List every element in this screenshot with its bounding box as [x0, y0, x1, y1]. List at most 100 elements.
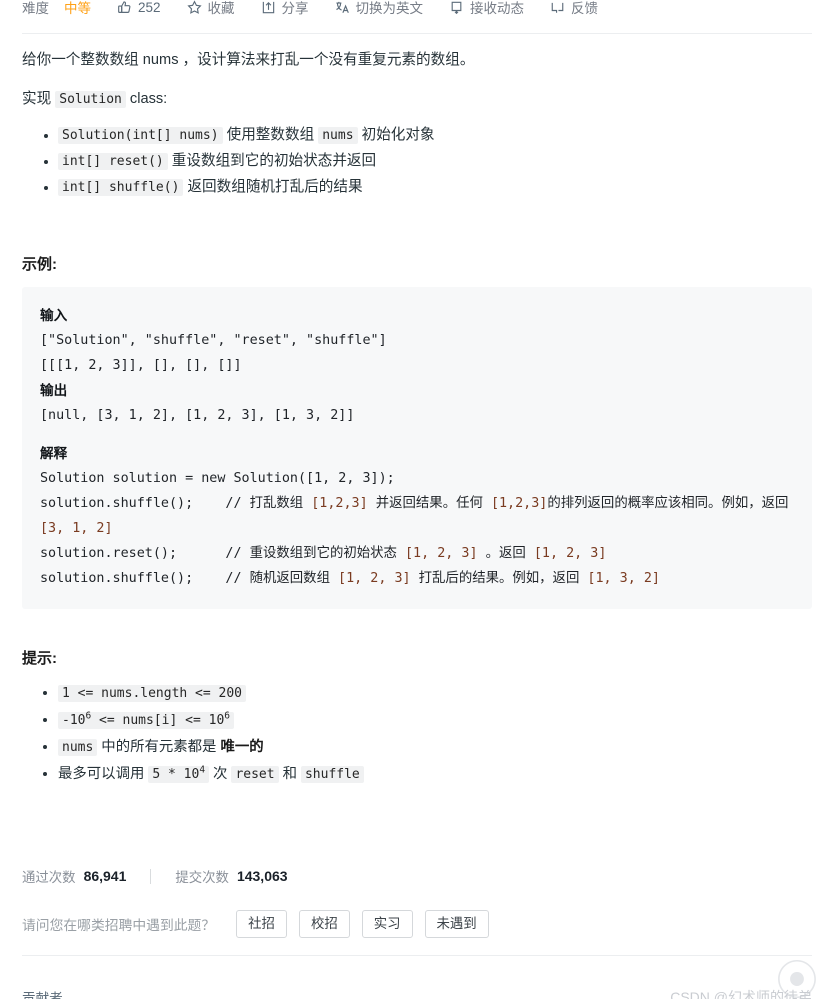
recruitment-survey: 请问您在哪类招聘中遇到此题？ 社招 校招 实习 未遇到: [22, 910, 489, 938]
favorite-label: 收藏: [207, 1, 235, 16]
difficulty-label: 难度: [22, 1, 49, 16]
feedback-icon: [550, 0, 565, 15]
hint-call-limit-code: 5 * 104: [148, 764, 210, 783]
explain-3-comment-b: 。返回: [477, 546, 534, 561]
input-line-2: [[[1, 2, 3]], [], [], []]: [40, 358, 242, 373]
hint4-exp: 4: [199, 764, 206, 776]
translate-label: 切换为英文: [355, 1, 424, 16]
example-heading: 示例:: [22, 256, 57, 273]
api-text-b: 初始化对象: [357, 127, 435, 143]
star-icon: [186, 0, 202, 15]
share-label: 分享: [281, 1, 309, 16]
problem-page: 难度 中等 252 收藏 分享 切换为英文 接收动态 反馈 给你一个整数数组 n…: [0, 0, 826, 999]
list-item: nums 中的所有元素都是 唯一的: [58, 735, 812, 760]
example-code-panel: 输入 ["Solution", "shuffle", "reset", "shuf…: [22, 287, 812, 609]
explain-3-array-1: [1, 2, 3]: [404, 546, 478, 561]
explain-2-code: solution.shuffle();: [40, 496, 194, 511]
explain-2-array-3: [3, 1, 2]: [40, 521, 113, 536]
input-line-1: ["Solution", "shuffle", "reset", "shuffl…: [40, 333, 387, 348]
survey-option-not-encountered[interactable]: 未遇到: [424, 910, 489, 938]
explain-2-array-2: [1,2,3]: [490, 496, 548, 511]
list-item: 1 <= nums.length <= 200: [58, 681, 812, 706]
explain-4-array-1: [1, 2, 3]: [338, 571, 411, 586]
api-text-a: 重设数组到它的初始状态并返回: [167, 153, 377, 169]
accepted-label: 通过次数: [22, 870, 76, 885]
feedback-label: 反馈: [571, 1, 599, 16]
subscribe-button[interactable]: 接收动态: [449, 0, 524, 17]
problem-content: 给你一个整数数组 nums ，设计算法来打乱一个没有重复元素的数组。 实现 So…: [22, 47, 812, 789]
hint-shuffle-code: shuffle: [300, 766, 364, 783]
hint4-mid: 次: [209, 766, 232, 782]
favorite-button[interactable]: 收藏: [186, 0, 235, 17]
api-signature-code: int[] reset(): [58, 153, 168, 170]
api-signature-code: int[] shuffle(): [58, 179, 184, 196]
list-item: -106 <= nums[i] <= 106: [58, 708, 812, 733]
api-bullet-list: Solution(int[] nums) 使用整数数组 nums 初始化对象 i…: [22, 123, 812, 200]
footer-divider: [22, 955, 812, 956]
example-section: 示例: 输入 ["Solution", "shuffle", "reset", "…: [22, 253, 812, 609]
survey-question: 请问您在哪类招聘中遇到此题？: [22, 918, 216, 933]
submissions-label: 提交次数: [175, 870, 229, 885]
explain-4-array-2: [1, 3, 2]: [587, 571, 660, 586]
submissions-value: 143,063: [236, 868, 288, 884]
survey-option-campus-recruit[interactable]: 校招: [298, 910, 350, 938]
share-button[interactable]: 分享: [261, 0, 309, 17]
explain-label: 解释: [40, 446, 68, 461]
api-text-a: 使用整数数组: [222, 127, 319, 143]
translate-button[interactable]: 切换为英文: [335, 0, 424, 17]
explain-4-comment-a: // 随机返回数组: [193, 571, 339, 586]
hints-list: 1 <= nums.length <= 200 -10 6 <= nums[i] …: [22, 681, 812, 787]
like-button[interactable]: 252: [117, 0, 161, 15]
api-signature-code: Solution(int[] nums): [58, 127, 223, 144]
translate-icon: [335, 0, 350, 15]
implement-suffix: class:: [125, 91, 168, 107]
like-count: 252: [138, 0, 161, 15]
hint2-exp-2: 6: [224, 710, 231, 722]
feedback-button[interactable]: 反馈: [550, 0, 598, 17]
contributor-link[interactable]: 贡献者: [22, 987, 63, 999]
explain-2-comment-b: 并返回结果。任何: [367, 496, 491, 511]
explain-line-4: solution.shuffle(); // 随机返回数组 [1, 2, 3] …: [40, 566, 794, 591]
difficulty-indicator: 难度 中等: [22, 0, 91, 17]
api-param-code: nums: [318, 127, 358, 144]
hint-constraint-2: -106 <= nums[i] <= 106: [58, 710, 235, 729]
description-paragraph-2: 实现 Solution class:: [22, 86, 812, 113]
thumbs-up-icon: [117, 0, 132, 15]
hint4-prefix: 最多可以调用: [58, 766, 149, 782]
solution-class-code: Solution: [55, 91, 126, 108]
survey-option-internship[interactable]: 实习: [361, 910, 413, 938]
explain-line-1: Solution solution = new Solution([1, 2, …: [40, 471, 395, 486]
hint2-a: -10: [62, 713, 86, 728]
share-icon: [261, 0, 276, 15]
hints-section: 提示: 1 <= nums.length <= 200 -10 6 <= nums…: [22, 647, 812, 787]
explain-line-3: solution.reset(); // 重设数组到它的初始状态 [1, 2, …: [40, 541, 794, 566]
bell-icon: [449, 0, 464, 15]
hint4-num: 5 * 10: [152, 767, 200, 782]
explain-line-2: solution.shuffle(); // 打乱数组 [1,2,3] 并返回结…: [40, 491, 794, 541]
hint-nums-code: nums: [58, 739, 98, 756]
explain-4-code: solution.shuffle();: [40, 571, 194, 586]
stats-divider: [150, 868, 152, 884]
hint3-emphasis: 唯一的: [220, 739, 264, 755]
problem-toolbar: 难度 中等 252 收藏 分享 切换为英文 接收动态 反馈: [0, 0, 826, 27]
explain-4-comment-b: 打乱后的结果。例如，返回: [410, 571, 588, 586]
accepted-value: 86,941: [83, 868, 127, 884]
explain-3-array-2: [1, 2, 3]: [533, 546, 607, 561]
explain-3-code: solution.reset();: [40, 546, 178, 561]
output-line-1: [null, [3, 1, 2], [1, 2, 3], [1, 3, 2]]: [40, 408, 355, 423]
hint3-text: 中的所有元素都是: [97, 739, 221, 755]
problem-stats: 通过次数 86,941 提交次数 143,063: [22, 866, 288, 886]
explain-2-comment-c: 的排列返回的概率应该相同。例如，返回: [547, 496, 797, 511]
hint4-and: 和: [278, 766, 301, 782]
hints-heading: 提示:: [22, 650, 57, 667]
list-item: Solution(int[] nums) 使用整数数组 nums 初始化对象: [58, 123, 812, 148]
output-label: 输出: [40, 383, 68, 398]
explain-3-comment-a: // 重设数组到它的初始状态: [177, 546, 405, 561]
header-divider: [22, 33, 812, 34]
hint2-b: <= nums[i] <= 10: [91, 713, 225, 728]
survey-option-social-recruit[interactable]: 社招: [236, 910, 287, 938]
explain-2-comment-a: // 打乱数组: [193, 496, 312, 511]
input-label: 输入: [40, 308, 68, 323]
difficulty-value: 中等: [64, 1, 91, 16]
implement-prefix: 实现: [22, 91, 56, 107]
